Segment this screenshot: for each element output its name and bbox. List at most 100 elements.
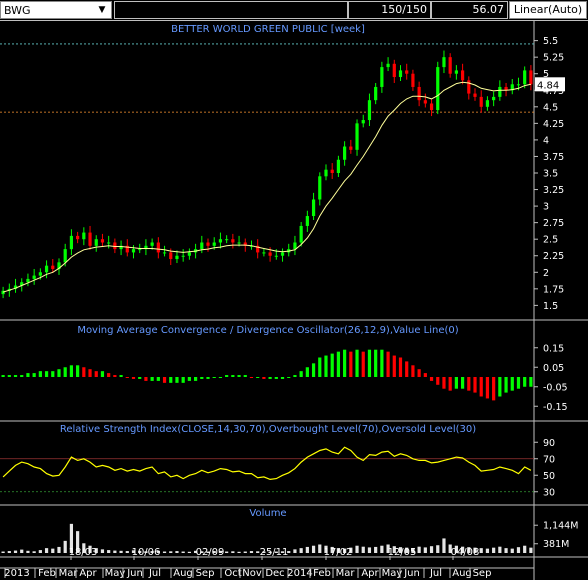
volume-bar bbox=[243, 551, 247, 553]
candle-body bbox=[113, 242, 117, 250]
candle-body bbox=[131, 249, 136, 253]
triangle-down-icon[interactable]: ▼ bbox=[95, 3, 109, 17]
candle-body bbox=[367, 100, 372, 121]
volume-bar bbox=[107, 550, 111, 553]
macd-bar bbox=[330, 353, 334, 377]
macd-bar bbox=[76, 365, 80, 377]
macd-bar bbox=[187, 377, 191, 381]
volume-bar bbox=[417, 546, 421, 553]
volume-bar bbox=[318, 544, 322, 553]
volume-bar bbox=[175, 551, 179, 553]
candle-body bbox=[311, 199, 316, 217]
candle-body bbox=[262, 252, 266, 254]
macd-bar bbox=[44, 371, 49, 377]
macd-bar bbox=[268, 377, 272, 379]
candle-body bbox=[274, 255, 278, 257]
month-label: Jul bbox=[148, 568, 161, 579]
price-ytick-label: 2.75 bbox=[543, 218, 564, 229]
macd-panel-title: Moving Average Convergence / Divergence … bbox=[77, 325, 458, 336]
macd-bar bbox=[429, 377, 434, 381]
candle-body bbox=[516, 84, 521, 86]
symbol-selector[interactable]: BWG ▼ bbox=[0, 1, 112, 19]
volume-bar bbox=[13, 550, 18, 553]
candle-body bbox=[523, 70, 527, 85]
macd-bar bbox=[212, 377, 216, 378]
candle-body bbox=[343, 146, 347, 160]
month-label: Sep bbox=[196, 568, 215, 579]
scale-mode-button[interactable]: Linear(Auto) bbox=[509, 1, 587, 19]
volume-bar bbox=[20, 549, 24, 553]
candle-body bbox=[212, 242, 216, 246]
candle-body bbox=[82, 232, 86, 240]
candle-body bbox=[324, 169, 328, 177]
volume-bar bbox=[423, 547, 427, 553]
macd-ytick-label: 0.15 bbox=[543, 343, 564, 354]
volume-bar bbox=[181, 551, 185, 553]
volume-bar bbox=[51, 548, 55, 553]
volume-bar bbox=[231, 551, 235, 553]
candle-body bbox=[38, 272, 42, 276]
price-ytick-label: 5.5 bbox=[543, 36, 558, 47]
macd-bar bbox=[32, 373, 36, 377]
candle-body bbox=[330, 169, 334, 173]
macd-bar bbox=[448, 377, 452, 391]
candle-body bbox=[94, 239, 98, 246]
macd-bar bbox=[442, 377, 446, 389]
candle-body bbox=[26, 278, 30, 283]
volume-bar bbox=[162, 551, 167, 553]
macd-ytick-label: -0.15 bbox=[543, 402, 568, 413]
candle-body bbox=[361, 120, 365, 124]
price-ytick-label: 1.75 bbox=[543, 284, 564, 295]
candle-body bbox=[44, 265, 49, 273]
rsi-ytick-label: 90 bbox=[543, 438, 555, 449]
macd-bar bbox=[436, 377, 440, 385]
volume-bar bbox=[442, 538, 446, 553]
candle-body bbox=[405, 70, 409, 74]
volume-bar bbox=[100, 549, 105, 553]
symbol-text: BWG bbox=[4, 4, 31, 17]
current-price-label: 4.84 bbox=[537, 80, 559, 91]
stock-chart[interactable]: BETTER WORLD GREEN PUBLIC [week] Moving … bbox=[0, 20, 588, 580]
month-label: Apr bbox=[361, 568, 379, 579]
macd-bar bbox=[287, 377, 291, 378]
price-ytick-label: 3.25 bbox=[543, 185, 564, 196]
macd-bar bbox=[26, 373, 30, 377]
volume-bar bbox=[187, 551, 191, 553]
macd-bar bbox=[311, 363, 316, 377]
candle-body bbox=[69, 235, 74, 250]
macd-bar bbox=[498, 377, 502, 397]
volume-panel: Volume bbox=[249, 508, 286, 519]
candle-body bbox=[138, 249, 142, 251]
date-label: 18/03 bbox=[69, 547, 98, 558]
macd-bar bbox=[113, 375, 117, 377]
month-label: Jun bbox=[403, 568, 420, 579]
price-ytick-label: 4.25 bbox=[543, 119, 564, 130]
volume-bar bbox=[293, 549, 297, 553]
month-label: Jul bbox=[429, 568, 442, 579]
macd-bar bbox=[63, 367, 67, 377]
macd-bar bbox=[218, 377, 223, 378]
volume-bar bbox=[479, 548, 483, 553]
volume-bar bbox=[436, 545, 440, 553]
macd-bar bbox=[200, 377, 204, 379]
macd-bar bbox=[405, 361, 409, 377]
month-label: Aug bbox=[173, 568, 193, 579]
price-ytick-label: 1.5 bbox=[543, 301, 558, 312]
candle-body bbox=[411, 73, 415, 87]
volume-bar bbox=[367, 547, 372, 553]
macd-bar bbox=[262, 377, 266, 379]
volume-bar bbox=[485, 548, 490, 553]
macd-panel: Moving Average Convergence / Divergence … bbox=[77, 325, 458, 336]
price-ytick-label: 3.5 bbox=[543, 169, 558, 180]
macd-bar bbox=[411, 365, 415, 377]
macd-bar bbox=[82, 367, 86, 377]
month-label: May bbox=[382, 568, 403, 579]
macd-bar bbox=[274, 377, 278, 379]
macd-bar bbox=[237, 375, 241, 377]
month-label: 2013 bbox=[4, 568, 29, 579]
candle-body bbox=[100, 239, 105, 243]
candle-body bbox=[436, 67, 440, 111]
price-ytick-label: 2.5 bbox=[543, 235, 558, 246]
candle-body bbox=[156, 242, 160, 253]
candle-body bbox=[318, 176, 322, 200]
